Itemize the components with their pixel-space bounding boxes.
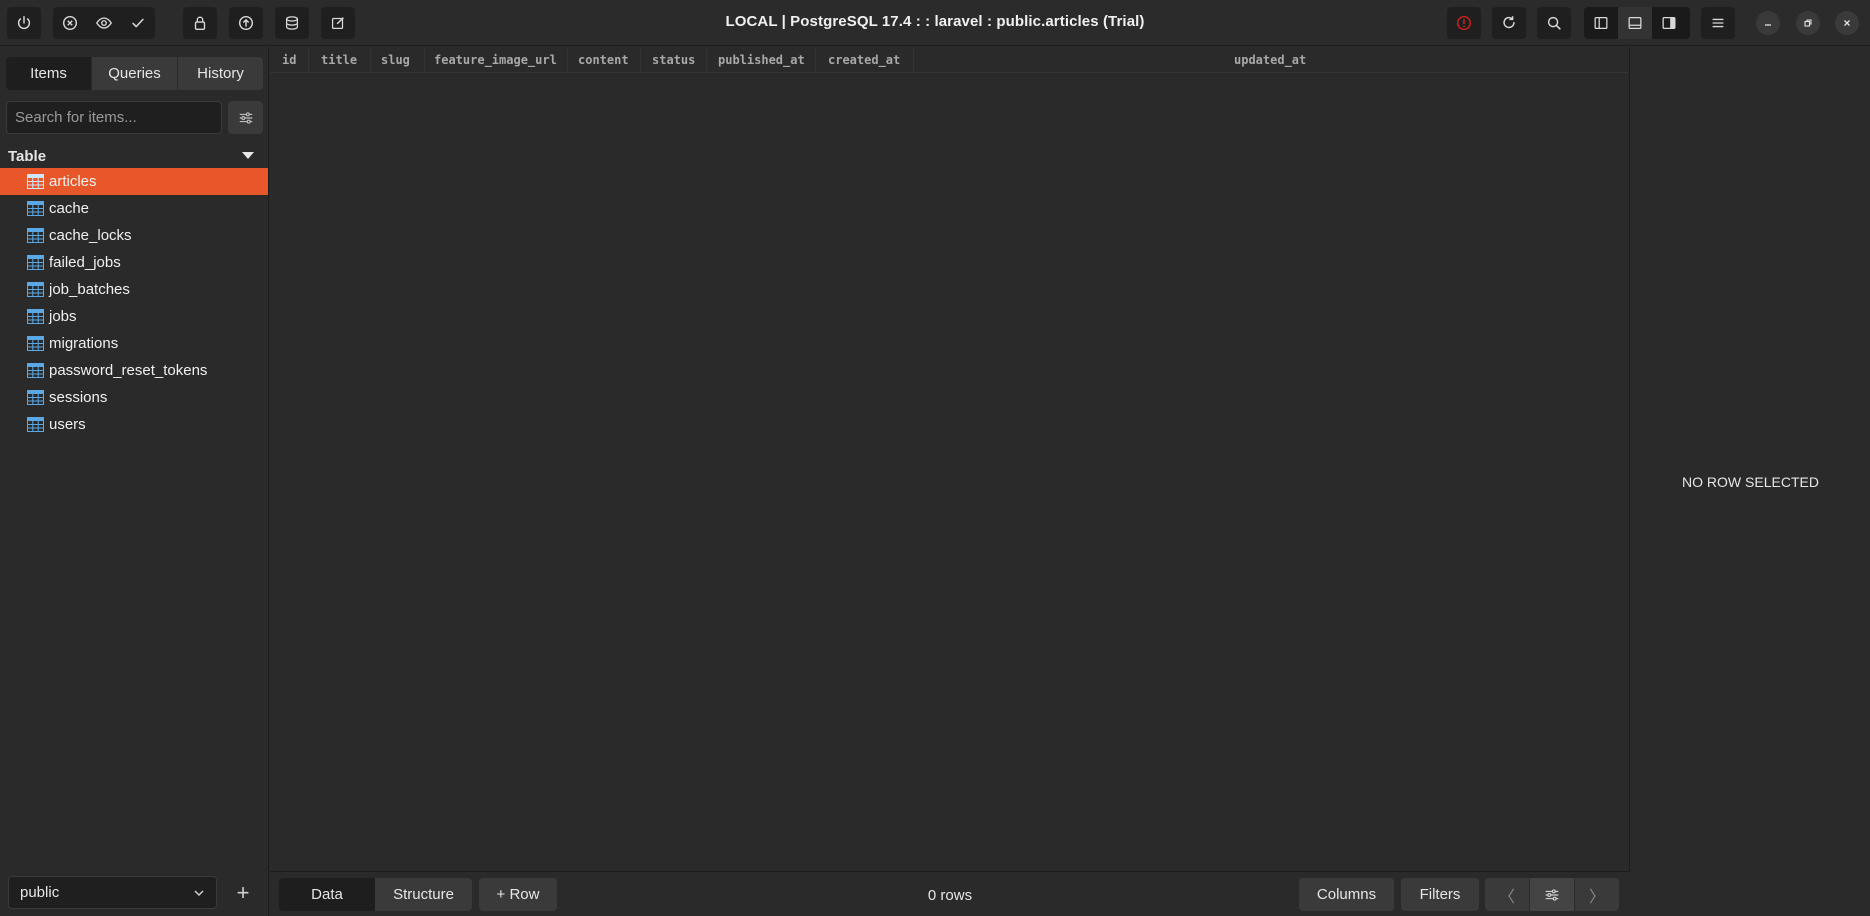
- sidebar-item-label: sessions: [49, 389, 108, 406]
- sidebar-item-password-reset-tokens[interactable]: password_reset_tokens: [0, 357, 268, 384]
- close-icon[interactable]: [1835, 11, 1859, 35]
- tab-history[interactable]: History: [177, 57, 263, 90]
- sidebar-item-label: articles: [49, 173, 97, 190]
- column-header-content[interactable]: content: [578, 53, 629, 67]
- column-header-slug[interactable]: slug: [381, 53, 410, 67]
- sidebar-item-migrations[interactable]: migrations: [0, 330, 268, 357]
- sidebar-right-icon[interactable]: [1652, 7, 1686, 39]
- table-icon: [27, 201, 44, 216]
- sidebar-item-job-batches[interactable]: job_batches: [0, 276, 268, 303]
- table-icon: [27, 174, 44, 189]
- sidebar-tabs: Items Queries History: [6, 57, 263, 90]
- next-page-button[interactable]: 〉: [1575, 878, 1619, 911]
- pagination-settings-button[interactable]: [1529, 878, 1575, 911]
- menu-icon[interactable]: [1701, 7, 1735, 39]
- table-icon: [27, 417, 44, 432]
- table-icon: [27, 228, 44, 243]
- column-header-feature-image-url[interactable]: feature_image_url: [434, 53, 557, 67]
- table-icon: [27, 336, 44, 351]
- tab-structure[interactable]: Structure: [375, 878, 472, 911]
- search-box: [6, 101, 222, 134]
- sidebar-item-failed-jobs[interactable]: failed_jobs: [0, 249, 268, 276]
- column-header-published-at[interactable]: published_at: [718, 53, 805, 67]
- section-header-table[interactable]: Table: [0, 143, 268, 169]
- search-input[interactable]: [15, 109, 213, 126]
- close-circle-icon[interactable]: [53, 7, 87, 39]
- chevron-down-icon: [194, 890, 204, 897]
- sliders-icon: [239, 111, 252, 124]
- table-icon: [27, 282, 44, 297]
- layout-toggle-group: [1584, 7, 1690, 39]
- toolbar-group-commit: [53, 7, 155, 39]
- upload-circle-icon[interactable]: [229, 7, 263, 39]
- sidebar-item-label: jobs: [49, 308, 77, 325]
- row-detail-panel: NO ROW SELECTED: [1631, 47, 1870, 916]
- eye-icon[interactable]: [87, 7, 121, 39]
- data-grid: id title slug feature_image_url content …: [270, 47, 1630, 916]
- column-header-title[interactable]: title: [321, 53, 357, 67]
- sidebar-item-users[interactable]: users: [0, 411, 268, 438]
- bottom-bar: Data Structure + Row 0 rows Columns Filt…: [270, 871, 1630, 916]
- sidebar-item-label: migrations: [49, 335, 119, 352]
- filters-button[interactable]: Filters: [1401, 878, 1479, 911]
- table-icon: [27, 255, 44, 270]
- sidebar-item-label: cache: [49, 200, 90, 217]
- sidebar-item-label: password_reset_tokens: [49, 362, 208, 379]
- minimize-icon[interactable]: [1756, 11, 1780, 35]
- check-icon[interactable]: [121, 7, 155, 39]
- table-icon: [27, 363, 44, 378]
- tab-queries[interactable]: Queries: [91, 57, 177, 90]
- sidebar-item-label: users: [49, 416, 86, 433]
- sidebar-item-cache[interactable]: cache: [0, 195, 268, 222]
- prev-page-button[interactable]: 〈: [1485, 878, 1529, 911]
- column-header-updated-at[interactable]: updated_at: [1234, 53, 1306, 67]
- sidebar-item-label: failed_jobs: [49, 254, 121, 271]
- sidebar-item-label: cache_locks: [49, 227, 132, 244]
- column-header-status[interactable]: status: [652, 53, 695, 67]
- refresh-icon[interactable]: [1492, 7, 1526, 39]
- section-title: Table: [8, 147, 47, 165]
- title-bar: LOCAL | PostgreSQL 17.4 : : laravel : pu…: [0, 0, 1870, 46]
- filter-settings-button[interactable]: [228, 101, 263, 134]
- panel-bottom-icon[interactable]: [1618, 7, 1652, 39]
- schema-value: public: [20, 884, 60, 901]
- database-icon[interactable]: [275, 7, 309, 39]
- power-icon[interactable]: [7, 7, 41, 39]
- sidebar-item-cache-locks[interactable]: cache_locks: [0, 222, 268, 249]
- alert-icon[interactable]: [1447, 7, 1481, 39]
- pager: 〈 〉: [1485, 878, 1619, 911]
- caret-down-icon: [242, 152, 254, 159]
- sidebar-left-icon[interactable]: [1584, 7, 1618, 39]
- tab-items[interactable]: Items: [6, 57, 91, 90]
- sidebar-item-jobs[interactable]: jobs: [0, 303, 268, 330]
- no-row-selected-message: NO ROW SELECTED: [1682, 474, 1819, 490]
- columns-button[interactable]: Columns: [1299, 878, 1394, 911]
- column-header-created-at[interactable]: created_at: [828, 53, 900, 67]
- edit-icon[interactable]: [321, 7, 355, 39]
- add-button[interactable]: +: [230, 876, 256, 909]
- column-header-id[interactable]: id: [282, 53, 296, 67]
- sidebar: Items Queries History Table articles cach…: [0, 47, 269, 916]
- table-icon: [27, 309, 44, 324]
- tab-data[interactable]: Data: [279, 878, 375, 911]
- sidebar-item-articles[interactable]: articles: [0, 168, 268, 195]
- column-header-row: id title slug feature_image_url content …: [270, 47, 1628, 73]
- schema-select[interactable]: public: [8, 876, 217, 909]
- view-switcher: Data Structure: [279, 878, 472, 911]
- search-icon[interactable]: [1537, 7, 1571, 39]
- table-icon: [27, 390, 44, 405]
- table-list: articles cache cache_locks failed_jobs job_b…: [0, 168, 268, 438]
- sidebar-item-label: job_batches: [49, 281, 130, 298]
- restore-icon[interactable]: [1796, 11, 1820, 35]
- add-row-button[interactable]: + Row: [479, 878, 557, 911]
- lock-icon[interactable]: [183, 7, 217, 39]
- sliders-icon: [1545, 888, 1559, 901]
- sidebar-item-sessions[interactable]: sessions: [0, 384, 268, 411]
